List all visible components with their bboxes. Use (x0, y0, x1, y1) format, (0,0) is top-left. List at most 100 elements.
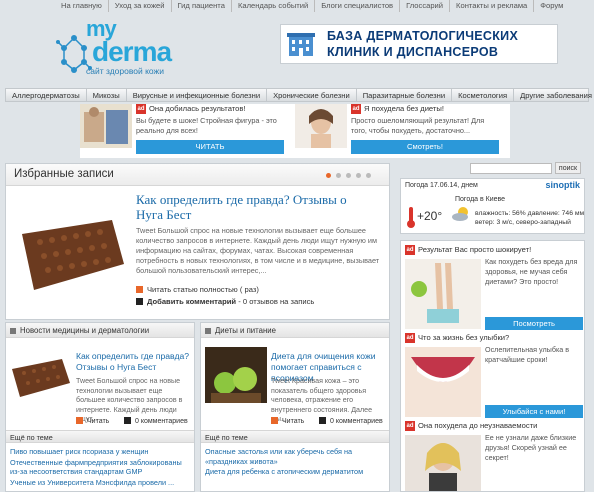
column-article-title[interactable]: Как определить где правда? Отзывы о Нуга… (76, 351, 192, 373)
ad-watch-button[interactable]: Смотреть! (351, 140, 499, 154)
right-ad-desc: Ее не узнали даже близкие друзья! Скорей… (485, 433, 577, 462)
ad-badge-icon: ad (136, 104, 146, 114)
right-ad-button[interactable]: Улыбайся с нами! (485, 405, 583, 418)
read-link[interactable]: Читать (87, 418, 109, 425)
top-nav-blogs[interactable]: Блоги специалистов (314, 0, 399, 12)
related-list: Опасные застолья или как уберечь себя на… (205, 447, 387, 478)
ad-title: Она добилась результатов! (149, 104, 246, 113)
top-nav: На главную Уход за кожей Гид пациента Ка… (55, 0, 569, 12)
weather-city[interactable]: Погода в Киеве (455, 196, 505, 203)
slider-dot[interactable] (366, 173, 371, 178)
top-nav-glossary[interactable]: Глоссарий (399, 0, 449, 12)
ad-read-button[interactable]: ЧИТАТЬ (136, 140, 284, 154)
logo-derma: derma (92, 36, 172, 67)
search-button[interactable]: поиск (555, 162, 581, 174)
top-nav-home[interactable]: На главную (55, 0, 108, 12)
right-ad-title: Что за жизнь без улыбки? (418, 333, 510, 342)
weather-wind: ветер: 3 м/с, северо-западный (475, 219, 571, 226)
category-chronic[interactable]: Хронические болезни (267, 89, 357, 101)
search-input[interactable] (470, 163, 552, 174)
right-ad-desc: Как похудеть без вреда для здоровья, не … (485, 257, 578, 286)
slider-dot[interactable] (356, 173, 361, 178)
category-mycoses[interactable]: Микозы (87, 89, 127, 101)
section-icon (205, 328, 211, 334)
banner-line2: КЛИНИК И ДИСПАНСЕРОВ (327, 45, 499, 59)
read-link[interactable]: Читать (282, 418, 304, 425)
news-column: Новости медицины и дерматологии Как опре… (5, 322, 195, 492)
column-header[interactable]: Новости медицины и дерматологии (20, 326, 149, 335)
slider-dot[interactable] (326, 173, 331, 178)
category-allergodermatoses[interactable]: Аллергодерматозы (6, 89, 87, 101)
featured-posts: Избранные записи Как определить где прав… (5, 163, 390, 320)
top-nav-skin-care[interactable]: Уход за кожей (107, 0, 171, 12)
related-link[interactable]: Ученые из Университета Мэнсфилда провели… (10, 478, 192, 488)
top-nav-forum[interactable]: Форум (533, 0, 569, 12)
site-logo[interactable]: my derma сайт здоровой кожи (56, 14, 186, 82)
cloud-icon (452, 207, 468, 221)
top-ads: ad Она добилась результатов! Вы будете в … (80, 104, 510, 158)
top-nav-events[interactable]: Календарь событий (230, 0, 314, 12)
scale-photo-icon (405, 259, 481, 329)
related-link[interactable]: Пиво повышает риск псориаза у женщин (10, 447, 192, 457)
category-viral[interactable]: Вирусные и инфекционные болезни (127, 89, 268, 101)
category-cosmetology[interactable]: Косметология (452, 89, 515, 101)
massage-mat-photo-icon (16, 194, 126, 310)
massage-mat-photo-icon (10, 347, 72, 403)
featured-header: Избранные записи (14, 168, 114, 180)
ad-badge-icon: ad (351, 104, 361, 114)
ad-badge-icon: ad (405, 245, 415, 255)
ad-title: Я похудела без диеты! (364, 104, 444, 113)
weather-date: Погода 17.06.14, днем (405, 182, 478, 189)
comment-icon (124, 417, 131, 424)
add-comment-link[interactable]: Добавить комментарий (147, 297, 236, 306)
related-list: Пиво повышает риск псориаза у женщин Оте… (10, 447, 192, 488)
read-full-link[interactable]: Читать статью полностью (147, 285, 238, 294)
right-ad-card[interactable]: ad Что за жизнь без улыбки? Ослепительная… (405, 333, 583, 418)
clinics-banner[interactable]: БАЗА ДЕРМАТОЛОГИЧЕСКИХ КЛИНИК И ДИСПАНСЕ… (280, 24, 558, 64)
right-ad-desc: Ослепительная улыбка в кратчайшие сроки! (485, 345, 570, 364)
slider-dot[interactable] (336, 173, 341, 178)
top-nav-contacts[interactable]: Контакты и реклама (449, 0, 533, 12)
ad-desc: Вы будете в шоке! Стройная фигура - это … (136, 116, 277, 135)
more-on-topic: Ещё по теме (10, 433, 53, 442)
column-header[interactable]: Диеты и питание (215, 326, 276, 335)
category-parasitic[interactable]: Паразитарные болезни (357, 89, 453, 101)
related-link[interactable]: Опасные застолья или как уберечь себя на… (205, 447, 387, 466)
read-icon (136, 286, 143, 293)
building-icon (287, 33, 315, 56)
slider-dot[interactable] (346, 173, 351, 178)
read-icon (271, 417, 278, 424)
more-on-topic: Ещё по теме (205, 433, 248, 442)
banner-line1: БАЗА ДЕРМАТОЛОГИЧЕСКИХ (327, 29, 519, 43)
ad-badge-icon: ad (405, 333, 415, 343)
related-link[interactable]: Диета для ребенка с атопическим дерматит… (205, 467, 387, 477)
ad-card[interactable]: ad Она добилась результатов! Вы будете в … (80, 104, 295, 158)
read-icon (76, 417, 83, 424)
news-column: Диеты и питание Диета для очищения кожи … (200, 322, 390, 492)
featured-title[interactable]: Как определить где правда? Отзывы о Нуга… (136, 192, 376, 222)
comment-count[interactable]: 0 комментариев (330, 418, 383, 425)
ad-badge-icon: ad (405, 421, 415, 431)
read-count: ( раз) (239, 285, 259, 294)
comment-count[interactable]: 0 комментариев (135, 418, 188, 425)
weather-temp: +20° (417, 209, 443, 223)
right-ad-card[interactable]: ad Она похудела до неузнаваемости Ее не у… (405, 421, 583, 491)
right-ad-card[interactable]: ad Результат Вас просто шокирует! Как пох… (405, 245, 583, 330)
category-other[interactable]: Другие заболевания (514, 89, 594, 101)
ad-card[interactable]: ad Я похудела без диеты! Просто ошеломляю… (295, 104, 510, 158)
right-ad-title: Она похудела до неузнаваемости (418, 421, 538, 430)
related-link[interactable]: Отечественные фармпредприятия заблокиров… (10, 458, 192, 477)
ad-desc: Просто ошеломляющий результат! Для того,… (351, 116, 485, 135)
top-nav-patient-guide[interactable]: Гид пациента (170, 0, 231, 12)
woman-photo-icon (295, 104, 347, 148)
slider-dots (326, 173, 371, 178)
logo-tagline: сайт здоровой кожи (86, 66, 164, 76)
weather-widget: Погода 17.06.14, днем sinoptik Погода в … (400, 178, 585, 234)
smile-photo-icon (405, 347, 481, 417)
right-ad-button[interactable]: Посмотреть (485, 317, 583, 330)
featured-text: Tweet Большой спрос на новые технологии … (136, 226, 380, 275)
sinoptik-logo[interactable]: sinoptik (545, 180, 580, 190)
category-bar: Аллергодерматозы Микозы Вирусные и инфек… (5, 88, 592, 102)
weather-humidity: влажность: 56% давление: 746 мм (475, 210, 585, 217)
right-ad-title: Результат Вас просто шокирует! (418, 245, 532, 254)
